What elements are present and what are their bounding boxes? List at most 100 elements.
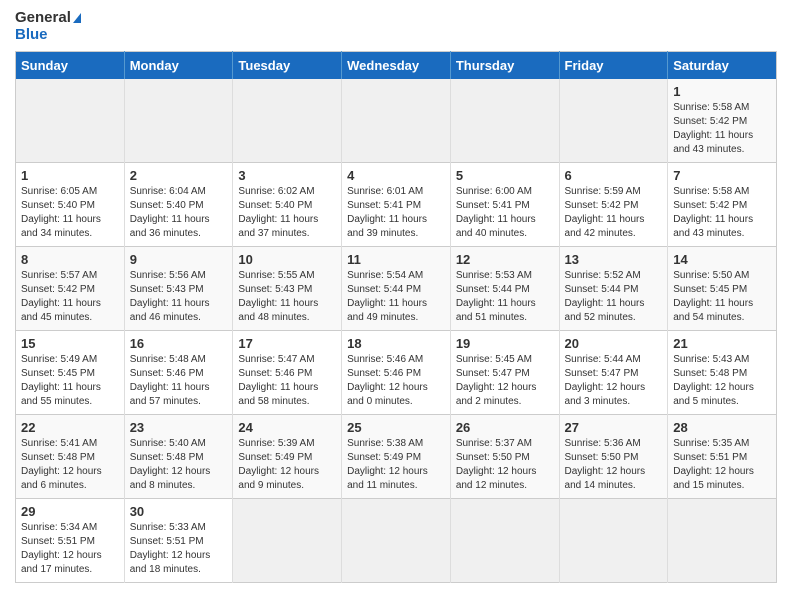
- calendar-header-wednesday: Wednesday: [342, 52, 451, 80]
- calendar-cell: [450, 79, 559, 163]
- day-info: Sunrise: 5:46 AMSunset: 5:46 PMDaylight:…: [347, 353, 445, 409]
- calendar-cell: 8 Sunrise: 5:57 AMSunset: 5:42 PMDaylight…: [16, 247, 125, 331]
- day-number: 30: [130, 504, 228, 519]
- calendar-cell: 19 Sunrise: 5:45 AMSunset: 5:47 PMDayligh…: [450, 331, 559, 415]
- day-number: 4: [347, 168, 445, 183]
- calendar-cell: 10 Sunrise: 5:55 AMSunset: 5:43 PMDayligh…: [233, 247, 342, 331]
- calendar-cell: 6Sunrise: 5:59 AMSunset: 5:42 PMDaylight…: [559, 163, 668, 247]
- calendar-cell: 5 Sunrise: 6:00 AMSunset: 5:41 PMDaylight…: [450, 163, 559, 247]
- calendar-cell: 25Sunrise: 5:38 AMSunset: 5:49 PMDayligh…: [342, 415, 451, 499]
- calendar-cell: 24Sunrise: 5:39 AMSunset: 5:49 PMDayligh…: [233, 415, 342, 499]
- day-number: 7: [673, 168, 771, 183]
- calendar-header-friday: Friday: [559, 52, 668, 80]
- calendar-cell: 22 Sunrise: 5:41 AMSunset: 5:48 PMDayligh…: [16, 415, 125, 499]
- day-number: 6: [565, 168, 663, 183]
- day-info: Sunrise: 5:58 AMSunset: 5:42 PMDaylight:…: [673, 101, 771, 157]
- calendar-cell: 11 Sunrise: 5:54 AMSunset: 5:44 PMDayligh…: [342, 247, 451, 331]
- header: General Blue: [15, 10, 777, 43]
- day-number: 23: [130, 420, 228, 435]
- calendar-cell: [450, 499, 559, 583]
- calendar-cell: 15 Sunrise: 5:49 AMSunset: 5:45 PMDayligh…: [16, 331, 125, 415]
- calendar-cell: 13 Sunrise: 5:52 AMSunset: 5:44 PMDayligh…: [559, 247, 668, 331]
- day-info: Sunrise: 6:01 AMSunset: 5:41 PMDaylight:…: [347, 185, 445, 241]
- day-info: Sunrise: 5:38 AMSunset: 5:49 PMDaylight:…: [347, 437, 445, 493]
- calendar-cell: 30 Sunrise: 5:33 AMSunset: 5:51 PMDayligh…: [124, 499, 233, 583]
- day-info: Sunrise: 5:56 AMSunset: 5:43 PMDaylight:…: [130, 269, 228, 325]
- day-info: Sunrise: 5:36 AMSunset: 5:50 PMDaylight:…: [565, 437, 663, 493]
- day-info: Sunrise: 5:49 AMSunset: 5:45 PMDaylight:…: [21, 353, 119, 409]
- calendar-header-sunday: Sunday: [16, 52, 125, 80]
- day-number: 28: [673, 420, 771, 435]
- day-info: Sunrise: 5:39 AMSunset: 5:49 PMDaylight:…: [238, 437, 336, 493]
- day-info: Sunrise: 5:50 AMSunset: 5:45 PMDaylight:…: [673, 269, 771, 325]
- calendar-cell: [233, 79, 342, 163]
- day-number: 1: [673, 84, 771, 99]
- calendar-cell: 2 Sunrise: 6:04 AMSunset: 5:40 PMDaylight…: [124, 163, 233, 247]
- day-number: 16: [130, 336, 228, 351]
- day-number: 13: [565, 252, 663, 267]
- calendar-week-row: 1 Sunrise: 6:05 AMSunset: 5:40 PMDaylight…: [16, 163, 777, 247]
- day-info: Sunrise: 6:02 AMSunset: 5:40 PMDaylight:…: [238, 185, 336, 241]
- day-number: 12: [456, 252, 554, 267]
- day-number: 5: [456, 168, 554, 183]
- calendar-cell: 17 Sunrise: 5:47 AMSunset: 5:46 PMDayligh…: [233, 331, 342, 415]
- calendar-week-row: 1 Sunrise: 5:58 AMSunset: 5:42 PMDaylight…: [16, 79, 777, 163]
- day-number: 17: [238, 336, 336, 351]
- day-info: Sunrise: 5:33 AMSunset: 5:51 PMDaylight:…: [130, 521, 228, 577]
- day-info: Sunrise: 6:00 AMSunset: 5:41 PMDaylight:…: [456, 185, 554, 241]
- day-number: 8: [21, 252, 119, 267]
- calendar-week-row: 8 Sunrise: 5:57 AMSunset: 5:42 PMDaylight…: [16, 247, 777, 331]
- day-number: 22: [21, 420, 119, 435]
- day-info: Sunrise: 5:57 AMSunset: 5:42 PMDaylight:…: [21, 269, 119, 325]
- calendar-cell: [16, 79, 125, 163]
- calendar-cell: 1 Sunrise: 5:58 AMSunset: 5:42 PMDaylight…: [668, 79, 777, 163]
- calendar-header-saturday: Saturday: [668, 52, 777, 80]
- day-info: Sunrise: 5:34 AMSunset: 5:51 PMDaylight:…: [21, 521, 119, 577]
- logo: General Blue: [15, 10, 81, 43]
- day-info: Sunrise: 5:35 AMSunset: 5:51 PMDaylight:…: [673, 437, 771, 493]
- day-number: 14: [673, 252, 771, 267]
- day-number: 1: [21, 168, 119, 183]
- day-number: 18: [347, 336, 445, 351]
- day-info: Sunrise: 5:58 AMSunset: 5:42 PMDaylight:…: [673, 185, 771, 241]
- day-info: Sunrise: 6:05 AMSunset: 5:40 PMDaylight:…: [21, 185, 119, 241]
- calendar-cell: 14 Sunrise: 5:50 AMSunset: 5:45 PMDayligh…: [668, 247, 777, 331]
- calendar-cell: [668, 499, 777, 583]
- day-info: Sunrise: 5:47 AMSunset: 5:46 PMDaylight:…: [238, 353, 336, 409]
- calendar-cell: 26 Sunrise: 5:37 AMSunset: 5:50 PMDayligh…: [450, 415, 559, 499]
- calendar-cell: 28 Sunrise: 5:35 AMSunset: 5:51 PMDayligh…: [668, 415, 777, 499]
- day-info: Sunrise: 6:04 AMSunset: 5:40 PMDaylight:…: [130, 185, 228, 241]
- day-number: 27: [565, 420, 663, 435]
- day-number: 9: [130, 252, 228, 267]
- calendar-cell: 16 Sunrise: 5:48 AMSunset: 5:46 PMDayligh…: [124, 331, 233, 415]
- day-info: Sunrise: 5:53 AMSunset: 5:44 PMDaylight:…: [456, 269, 554, 325]
- day-number: 20: [565, 336, 663, 351]
- day-info: Sunrise: 5:55 AMSunset: 5:43 PMDaylight:…: [238, 269, 336, 325]
- calendar-cell: [559, 79, 668, 163]
- day-number: 15: [21, 336, 119, 351]
- day-number: 2: [130, 168, 228, 183]
- calendar-cell: 23Sunrise: 5:40 AMSunset: 5:48 PMDayligh…: [124, 415, 233, 499]
- day-info: Sunrise: 5:48 AMSunset: 5:46 PMDaylight:…: [130, 353, 228, 409]
- calendar-cell: [342, 499, 451, 583]
- day-number: 26: [456, 420, 554, 435]
- calendar-cell: 29Sunrise: 5:34 AMSunset: 5:51 PMDayligh…: [16, 499, 125, 583]
- day-number: 10: [238, 252, 336, 267]
- day-info: Sunrise: 5:45 AMSunset: 5:47 PMDaylight:…: [456, 353, 554, 409]
- calendar-cell: 21Sunrise: 5:43 AMSunset: 5:48 PMDayligh…: [668, 331, 777, 415]
- calendar-cell: 1 Sunrise: 6:05 AMSunset: 5:40 PMDaylight…: [16, 163, 125, 247]
- day-info: Sunrise: 5:52 AMSunset: 5:44 PMDaylight:…: [565, 269, 663, 325]
- calendar-cell: 18 Sunrise: 5:46 AMSunset: 5:46 PMDayligh…: [342, 331, 451, 415]
- logo-wordmark: General Blue: [15, 10, 81, 43]
- calendar-table: SundayMondayTuesdayWednesdayThursdayFrid…: [15, 51, 777, 583]
- day-info: Sunrise: 5:54 AMSunset: 5:44 PMDaylight:…: [347, 269, 445, 325]
- day-info: Sunrise: 5:41 AMSunset: 5:48 PMDaylight:…: [21, 437, 119, 493]
- day-number: 19: [456, 336, 554, 351]
- day-number: 11: [347, 252, 445, 267]
- page: General Blue SundayMondayTuesdayWednesda…: [0, 0, 792, 593]
- calendar-cell: 9 Sunrise: 5:56 AMSunset: 5:43 PMDaylight…: [124, 247, 233, 331]
- day-info: Sunrise: 5:37 AMSunset: 5:50 PMDaylight:…: [456, 437, 554, 493]
- calendar-cell: [559, 499, 668, 583]
- calendar-week-row: 15 Sunrise: 5:49 AMSunset: 5:45 PMDayligh…: [16, 331, 777, 415]
- calendar-cell: 3Sunrise: 6:02 AMSunset: 5:40 PMDaylight…: [233, 163, 342, 247]
